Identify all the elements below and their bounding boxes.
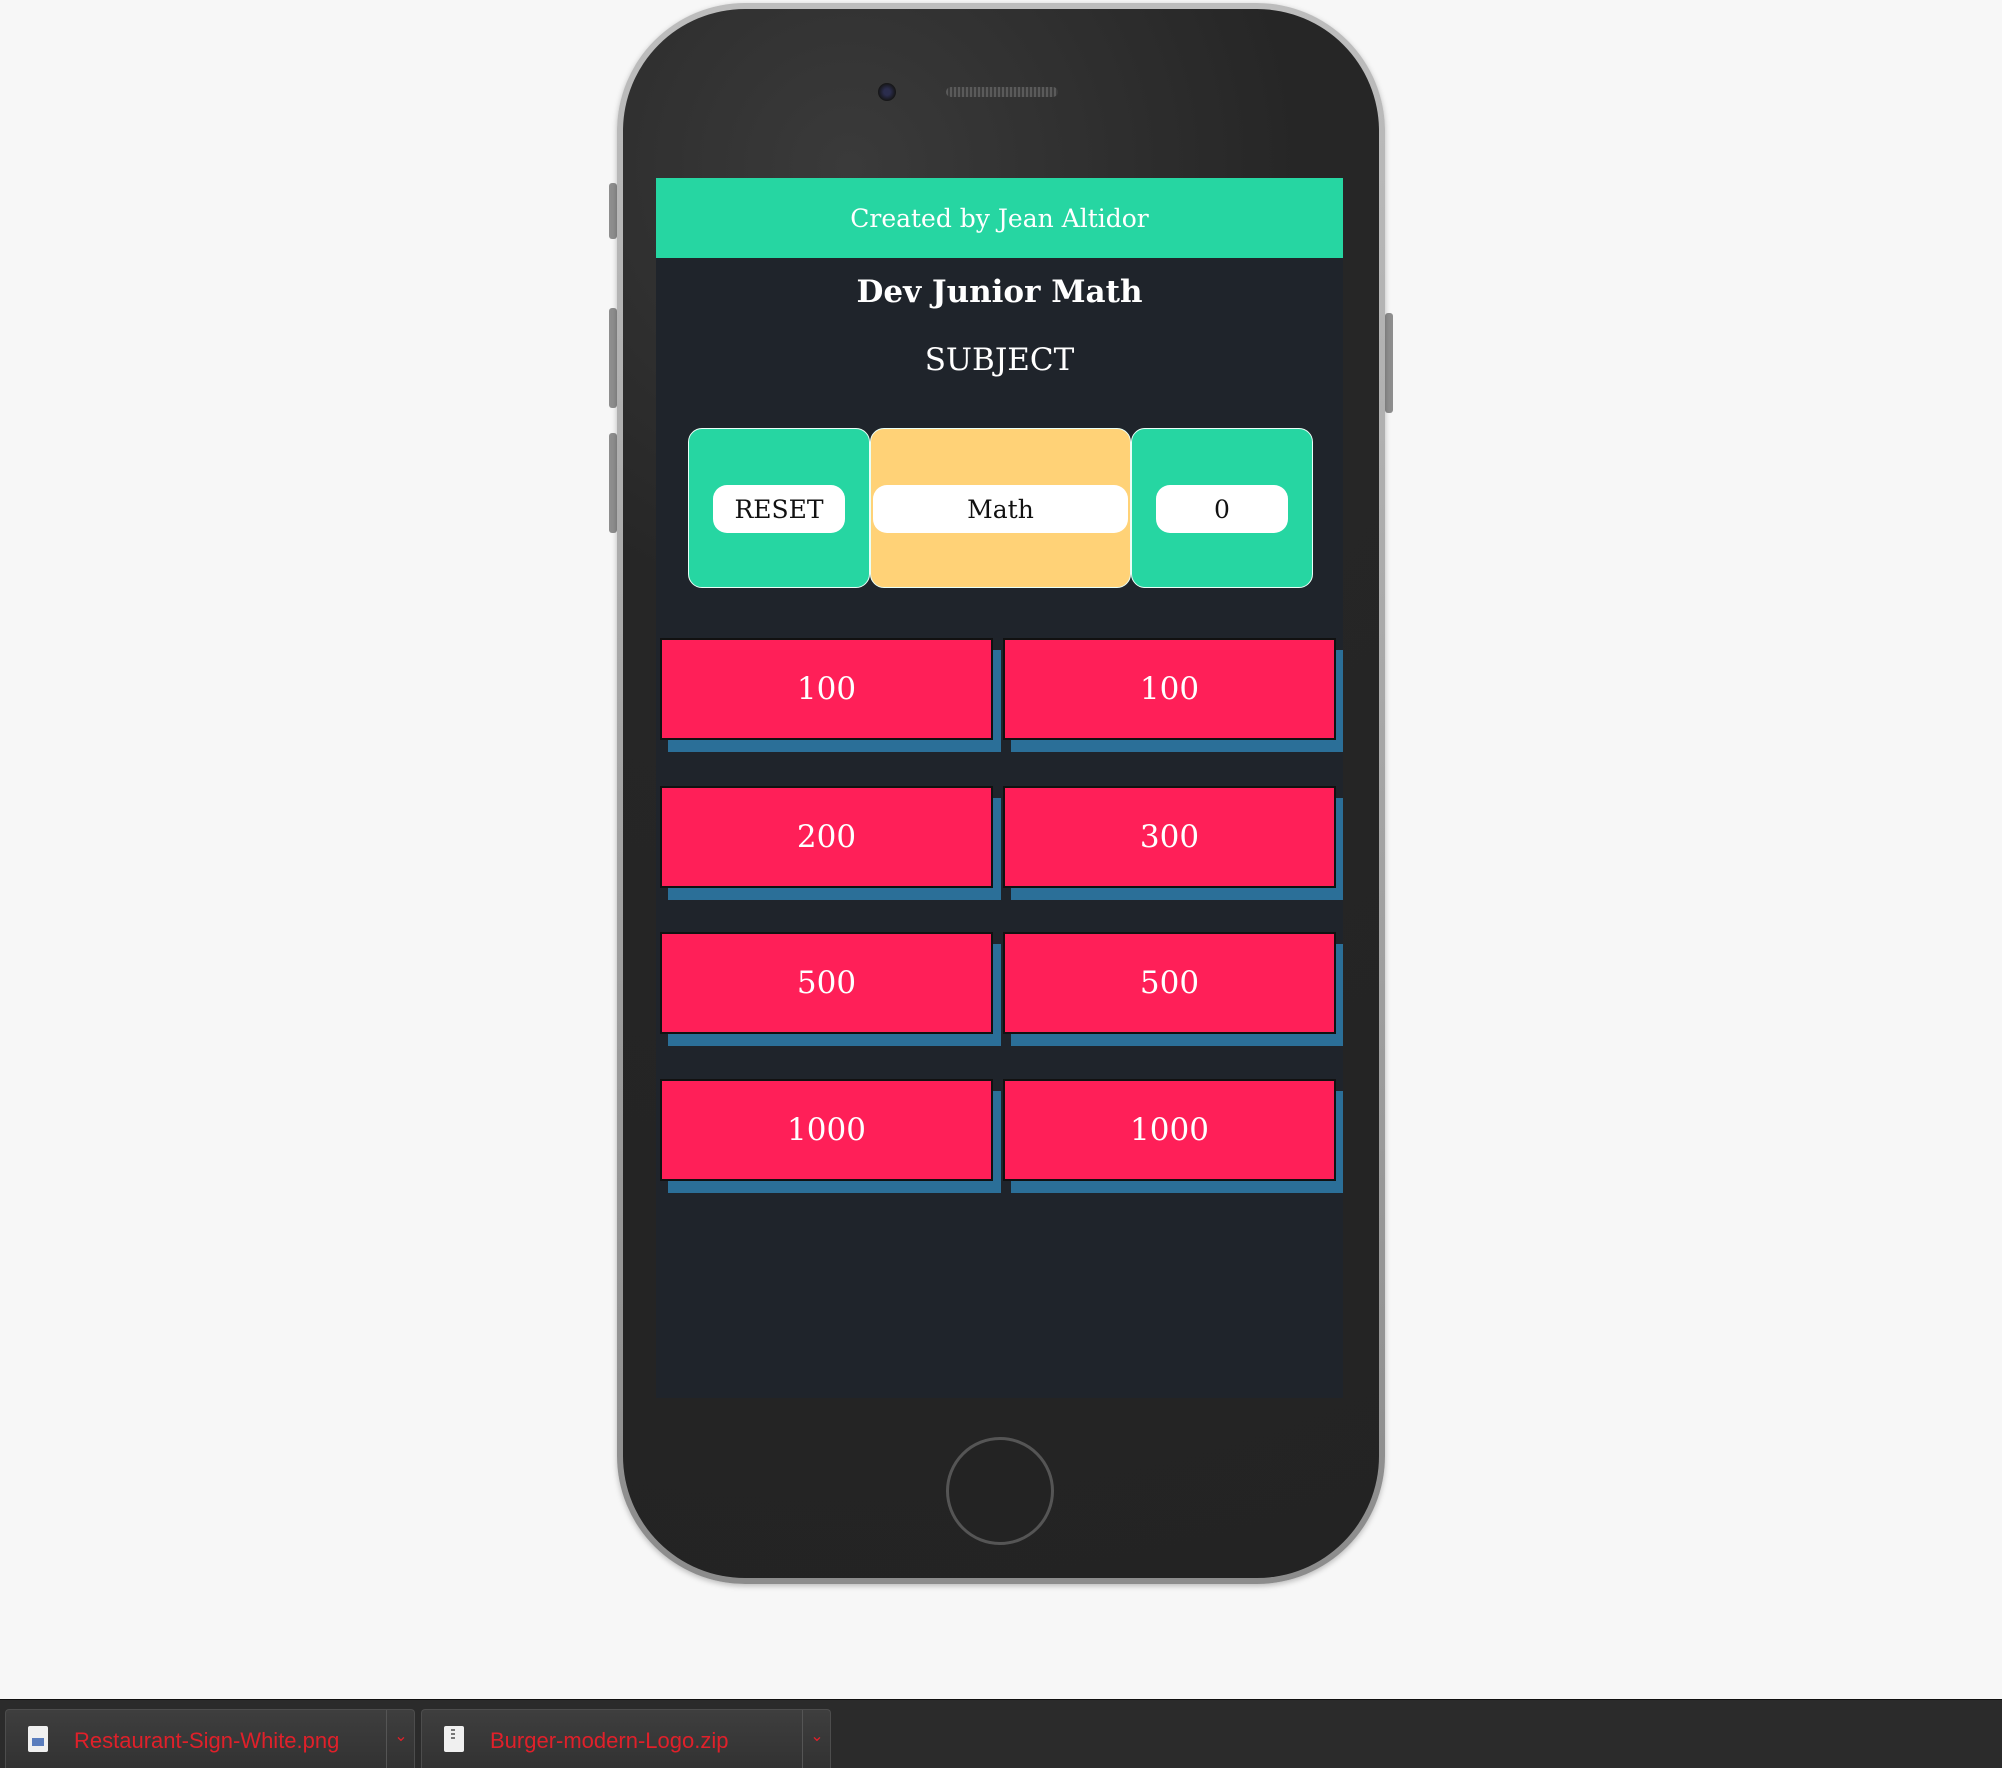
- download-item[interactable]: Burger-modern-Logo.zip ⌄: [421, 1709, 831, 1768]
- score-panel: 0: [1131, 428, 1313, 588]
- subject-heading: SUBJECT: [924, 342, 1075, 378]
- download-item[interactable]: Restaurant-Sign-White.png ⌄: [5, 1709, 415, 1768]
- question-tile[interactable]: 100: [1003, 638, 1336, 740]
- question-tile[interactable]: 500: [1003, 932, 1336, 1034]
- question-tile[interactable]: 300: [1003, 786, 1336, 888]
- chevron-down-icon[interactable]: ⌄: [391, 1726, 411, 1746]
- browser-viewport: Created by Jean Altidor Dev Junior Math …: [0, 0, 2002, 1768]
- credit-banner: Created by Jean Altidor: [656, 178, 1343, 258]
- question-tile[interactable]: 100: [660, 638, 993, 740]
- camera-icon: [878, 83, 896, 101]
- question-tile[interactable]: 1000: [660, 1079, 993, 1181]
- phone-mute-switch: [609, 183, 617, 239]
- app-screen: Created by Jean Altidor Dev Junior Math …: [656, 178, 1343, 1398]
- subject-panel: Math: [870, 428, 1131, 588]
- reset-button[interactable]: RESET: [713, 485, 845, 533]
- divider: [802, 1710, 803, 1768]
- divider: [386, 1710, 387, 1768]
- image-file-icon: [28, 1726, 48, 1752]
- question-tile[interactable]: 1000: [1003, 1079, 1336, 1181]
- score-display: 0: [1156, 485, 1288, 533]
- speaker-grille: [946, 87, 1058, 97]
- download-filename: Restaurant-Sign-White.png: [74, 1728, 340, 1753]
- zip-file-icon: [444, 1726, 464, 1752]
- download-filename: Burger-modern-Logo.zip: [490, 1728, 729, 1753]
- reset-panel: RESET: [688, 428, 870, 588]
- app-title: Dev Junior Math: [856, 274, 1143, 310]
- home-button[interactable]: [946, 1437, 1054, 1545]
- subject-value[interactable]: Math: [873, 485, 1128, 533]
- question-tile[interactable]: 500: [660, 932, 993, 1034]
- banner-text: Created by Jean Altidor: [850, 203, 1149, 233]
- downloads-bar: Restaurant-Sign-White.png ⌄ Burger-moder…: [0, 1699, 2002, 1768]
- phone-power-button: [1385, 313, 1393, 413]
- question-tile[interactable]: 200: [660, 786, 993, 888]
- phone-volume-down: [609, 433, 617, 533]
- chevron-down-icon[interactable]: ⌄: [807, 1726, 827, 1746]
- phone-volume-up: [609, 308, 617, 408]
